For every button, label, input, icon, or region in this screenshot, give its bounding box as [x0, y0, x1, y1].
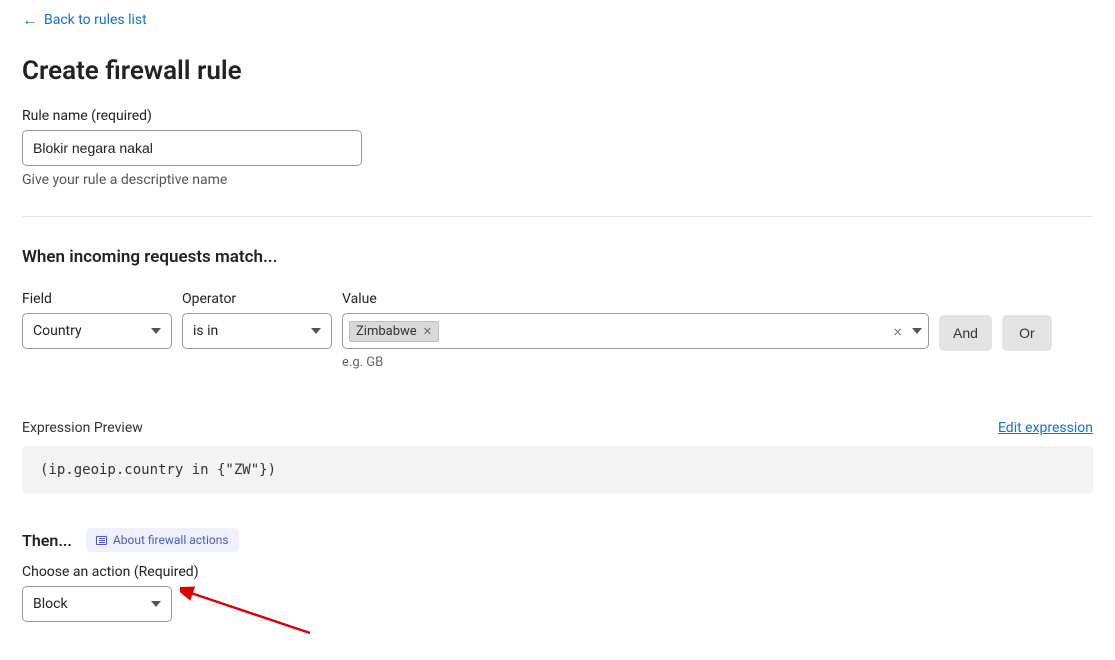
chevron-down-icon	[912, 328, 922, 334]
value-column-header: Value	[342, 291, 929, 307]
arrow-left-icon: ←	[22, 12, 38, 28]
section-divider	[22, 216, 1093, 217]
action-select-value: Block	[33, 596, 68, 612]
operator-column-header: Operator	[182, 291, 332, 307]
chevron-down-icon	[311, 328, 321, 334]
value-multiselect[interactable]: Zimbabwe ✕ ×	[342, 313, 929, 349]
field-select[interactable]: Country	[22, 313, 172, 349]
or-button[interactable]: Or	[1002, 315, 1052, 351]
annotation-arrow	[180, 578, 320, 648]
rule-name-input[interactable]	[22, 130, 362, 166]
expression-preview-title: Expression Preview	[22, 420, 143, 436]
expression-preview-code: (ip.geoip.country in {"ZW"})	[22, 446, 1093, 494]
then-section-title: Then...	[22, 531, 72, 550]
value-helper-text: e.g. GB	[342, 355, 929, 370]
about-firewall-actions-link[interactable]: About firewall actions	[86, 528, 239, 552]
back-to-rules-link[interactable]: ← Back to rules list	[22, 12, 147, 28]
page-title: Create firewall rule	[22, 56, 1093, 86]
action-select[interactable]: Block	[22, 586, 172, 622]
value-tag-label: Zimbabwe	[356, 324, 417, 339]
rule-name-helper: Give your rule a descriptive name	[22, 172, 1093, 188]
book-icon	[96, 536, 107, 545]
filter-row: Field Country Operator is in Value Zimba…	[22, 291, 1093, 370]
rule-name-label: Rule name (required)	[22, 108, 1093, 124]
back-link-text: Back to rules list	[44, 12, 147, 28]
about-firewall-actions-label: About firewall actions	[113, 533, 229, 547]
value-tag: Zimbabwe ✕	[349, 321, 439, 342]
tag-remove-icon[interactable]: ✕	[423, 325, 432, 338]
clear-all-icon[interactable]: ×	[889, 322, 906, 341]
action-label: Choose an action (Required)	[22, 564, 1093, 580]
match-section-title: When incoming requests match...	[22, 247, 1093, 267]
edit-expression-link[interactable]: Edit expression	[998, 420, 1093, 436]
chevron-down-icon	[151, 601, 161, 607]
field-select-value: Country	[33, 323, 82, 339]
operator-select-value: is in	[193, 323, 218, 339]
chevron-down-icon	[151, 328, 161, 334]
operator-select[interactable]: is in	[182, 313, 332, 349]
field-column-header: Field	[22, 291, 172, 307]
and-button[interactable]: And	[939, 315, 992, 351]
